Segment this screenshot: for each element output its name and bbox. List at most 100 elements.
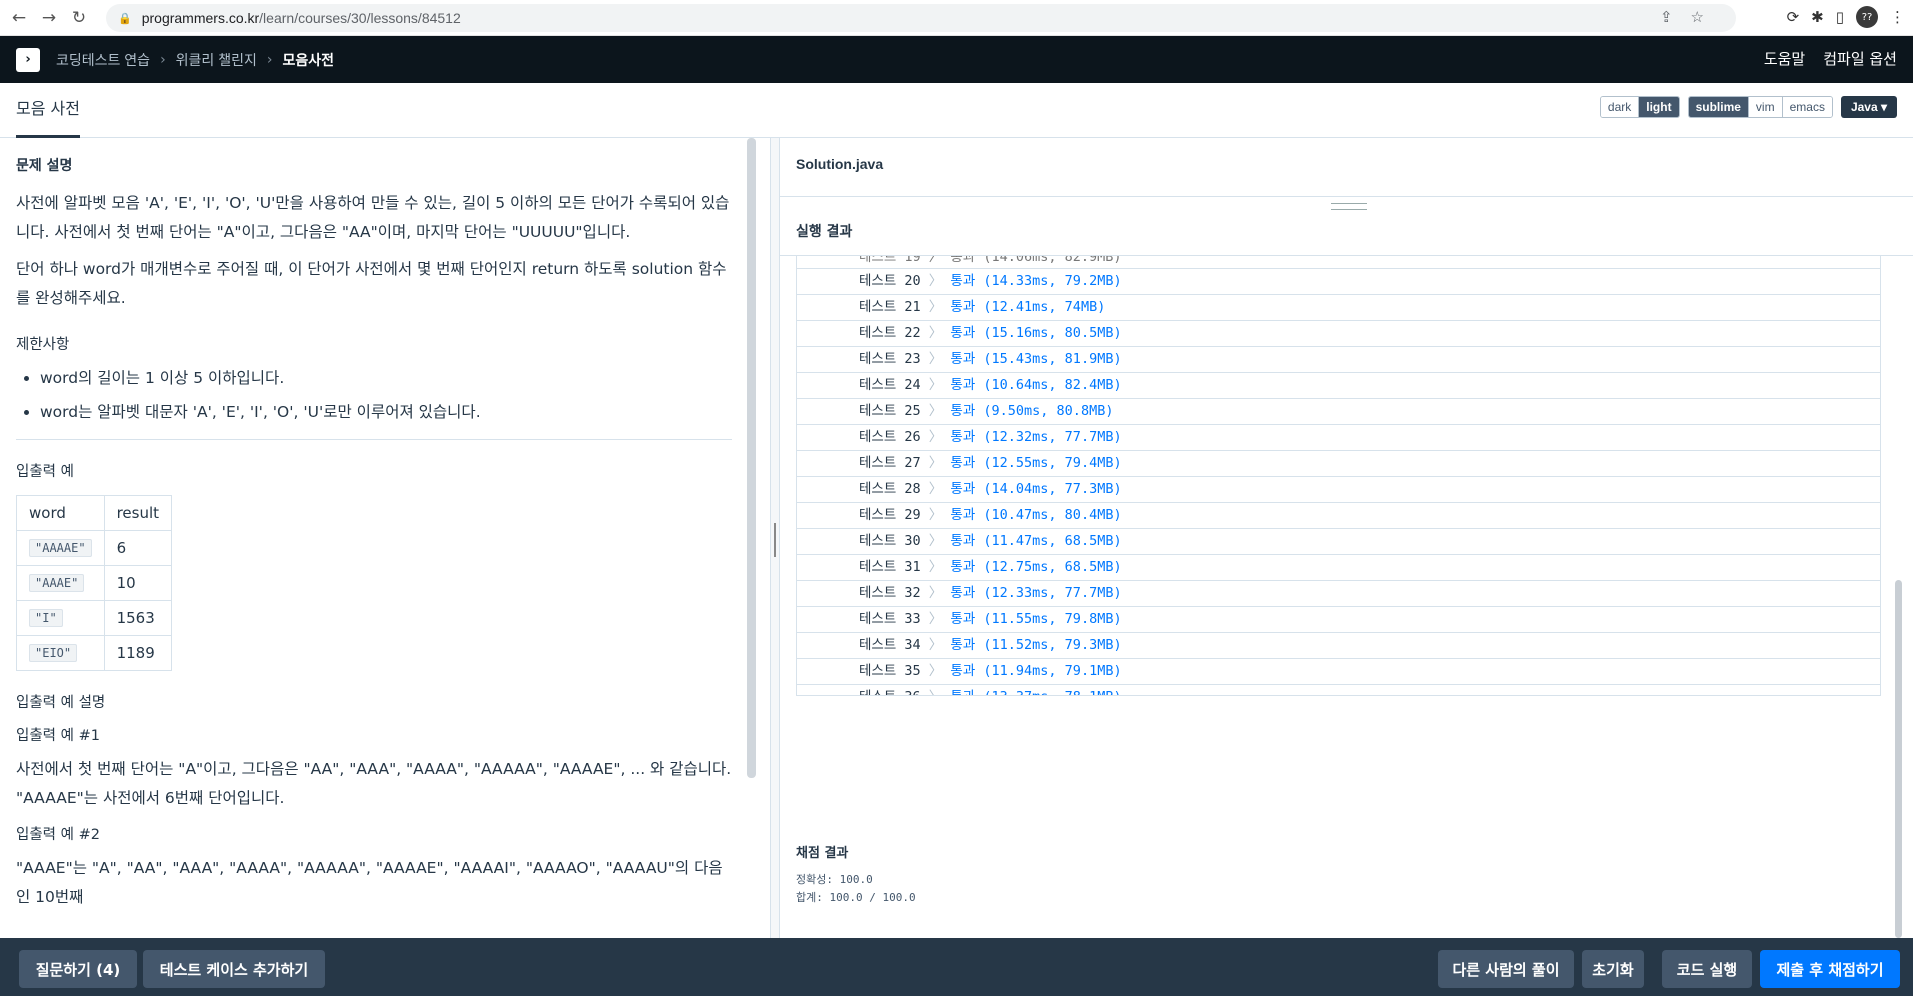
breadcrumb-practice[interactable]: 코딩테스트 연습 [56, 50, 150, 70]
menu-icon[interactable]: ⋮ [1890, 8, 1905, 26]
test-detail: (14.33ms, 79.2MB) [983, 273, 1122, 289]
panel-splitter[interactable] [770, 138, 780, 938]
chevron-right-icon: 〉 [920, 429, 951, 445]
run-code-button[interactable]: 코드 실행 [1662, 950, 1752, 988]
io-word: "AAAAE" [29, 539, 92, 557]
test-result-row: 테스트 25 〉 통과 (9.50ms, 80.8MB) [797, 399, 1880, 425]
test-result-row: 테스트 34 〉 통과 (11.52ms, 79.3MB) [797, 633, 1880, 659]
partial-row: 테스트 19 〉 통과 (14.06ms, 82.9MB) [797, 256, 1880, 269]
test-result-row: 테스트 23 〉 통과 (15.43ms, 81.9MB) [797, 347, 1880, 373]
reload-icon[interactable]: ↻ [64, 8, 94, 28]
compile-options-link[interactable]: 컴파일 옵션 [1823, 48, 1897, 69]
theme-dark-button[interactable]: dark [1600, 97, 1640, 117]
help-link[interactable]: 도움말 [1764, 48, 1805, 69]
test-result-row: 테스트 36 〉 통과 (13.37ms, 78.1MB) [797, 685, 1880, 695]
test-detail: (12.33ms, 77.7MB) [983, 585, 1122, 601]
avatar[interactable]: ?? [1856, 6, 1878, 28]
io-result: 10 [103, 565, 173, 601]
test-label: 테스트 24 [859, 377, 921, 393]
chevron-right-icon: › [160, 51, 166, 68]
test-status: 통과 [950, 351, 976, 367]
sidepanel-icon[interactable]: ▯ [1836, 8, 1844, 26]
io-heading: 입출력 예 [16, 464, 74, 480]
breadcrumb-current: 모음사전 [282, 51, 334, 68]
test-status: 통과 [950, 273, 976, 289]
table-row: "AAAE" 10 [16, 565, 173, 601]
language-label: Java [1850, 100, 1878, 114]
test-result-row: 테스트 28 〉 통과 (14.04ms, 77.3MB) [797, 477, 1880, 503]
test-result-row: 테스트 29 〉 통과 (10.47ms, 80.4MB) [797, 503, 1880, 529]
io-explain-heading: 입출력 예 설명 [16, 695, 106, 711]
test-label: 테스트 28 [859, 481, 921, 497]
editor-filename: Solution.java [796, 156, 884, 172]
test-detail: (11.47ms, 68.5MB) [983, 533, 1122, 549]
language-select[interactable]: Java ▾ [1840, 96, 1897, 118]
problem-scrollbar[interactable] [747, 138, 756, 778]
test-status: 통과 [950, 559, 976, 575]
chevron-right-icon: 〉 [920, 533, 951, 549]
test-detail: (14.04ms, 77.3MB) [983, 481, 1122, 497]
test-result-row: 테스트 35 〉 통과 (11.94ms, 79.1MB) [797, 659, 1880, 685]
test-status: 통과 [950, 377, 976, 393]
test-result-row: 테스트 30 〉 통과 (11.47ms, 68.5MB) [797, 529, 1880, 555]
resize-grip-icon[interactable] [1331, 203, 1367, 210]
test-status: 통과 [950, 429, 976, 445]
io-word: "EIO" [29, 644, 78, 662]
test-detail: (12.55ms, 79.4MB) [983, 455, 1122, 471]
test-label: 테스트 27 [859, 455, 921, 471]
theme-light-button[interactable]: light [1639, 97, 1679, 117]
test-label: 테스트 36 [859, 689, 921, 695]
drag-handle-icon[interactable] [774, 523, 776, 557]
programmers-logo-icon[interactable]: › [16, 47, 40, 72]
puzzle-icon[interactable]: ✱ [1811, 8, 1824, 26]
grading-accuracy: 정확성: 100.0 [796, 873, 873, 886]
io-result: 1189 [103, 635, 173, 671]
reset-button[interactable]: 초기화 [1582, 950, 1644, 988]
test-detail: (15.43ms, 81.9MB) [983, 351, 1122, 367]
keymap-vim-button[interactable]: vim [1748, 97, 1783, 117]
test-result-row: 테스트 27 〉 통과 (12.55ms, 79.4MB) [797, 451, 1880, 477]
example-1-text: 사전에서 첫 번째 단어는 "A"이고, 그다음은 "AA", "AAA", "… [16, 760, 732, 807]
keymap-emacs-button[interactable]: emacs [1782, 97, 1832, 117]
io-result: 6 [103, 530, 173, 566]
test-status: 통과 [950, 403, 976, 419]
test-result-row: 테스트 33 〉 통과 (11.55ms, 79.8MB) [797, 607, 1880, 633]
add-test-case-button[interactable]: 테스트 케이스 추가하기 [143, 950, 325, 988]
test-label: 테스트 22 [859, 325, 921, 341]
test-result-row: 테스트 22 〉 통과 (15.16ms, 80.5MB) [797, 321, 1880, 347]
keymap-toggle: sublime vim emacs [1687, 96, 1833, 118]
submit-button[interactable]: 제출 후 채점하기 [1760, 950, 1900, 988]
forward-icon[interactable]: → [34, 8, 64, 28]
tab-problem[interactable]: 모음 사전 [16, 83, 80, 138]
test-detail: (11.94ms, 79.1MB) [983, 663, 1122, 679]
tab-bar: 모음 사전 dark light sublime vim emacs Java … [0, 83, 1913, 138]
url-path: /learn/courses/30/lessons/84512 [259, 10, 461, 26]
test-label: 테스트 25 [859, 403, 921, 419]
table-row: "I" 1563 [16, 600, 173, 636]
others-solutions-button[interactable]: 다른 사람의 풀이 [1438, 950, 1574, 988]
test-label: 테스트 30 [859, 533, 921, 549]
test-result-row: 테스트 32 〉 통과 (12.33ms, 77.7MB) [797, 581, 1880, 607]
desc-paragraph-1: 사전에 알파벳 모음 'A', 'E', 'I', 'O', 'U'만을 사용하… [16, 194, 730, 241]
test-detail: (11.52ms, 79.3MB) [983, 637, 1122, 653]
breadcrumb-weekly[interactable]: 위클리 챌린지 [176, 50, 257, 70]
test-status: 통과 [950, 533, 976, 549]
test-label: 테스트 33 [859, 611, 921, 627]
chevron-right-icon: 〉 [921, 689, 951, 695]
chevron-right-icon: 〉 [920, 351, 951, 367]
back-icon[interactable]: ← [4, 8, 34, 28]
test-detail: (9.50ms, 80.8MB) [983, 403, 1114, 419]
extension-icon[interactable]: ⟳ [1787, 8, 1800, 26]
test-label: 테스트 29 [859, 507, 921, 523]
keymap-sublime-button[interactable]: sublime [1688, 97, 1749, 117]
chevron-right-icon: 〉 [920, 481, 951, 497]
action-footer: 질문하기 (4) 테스트 케이스 추가하기 다른 사람의 풀이 초기화 코드 실… [0, 938, 1913, 996]
test-status: 통과 [950, 637, 976, 653]
results-scrollbar[interactable] [1895, 580, 1902, 938]
ask-question-button[interactable]: 질문하기 (4) [19, 950, 137, 988]
desc-paragraph-2: 단어 하나 word가 매개변수로 주어질 때, 이 단어가 사전에서 몇 번째… [16, 260, 727, 307]
address-bar[interactable]: 🔒 programmers.co.kr/learn/courses/30/les… [106, 4, 1736, 32]
share-star-icons[interactable]: ⇪☆ [1660, 8, 1722, 26]
test-status: 통과 [950, 481, 976, 497]
table-row: "AAAAE" 6 [16, 530, 173, 566]
